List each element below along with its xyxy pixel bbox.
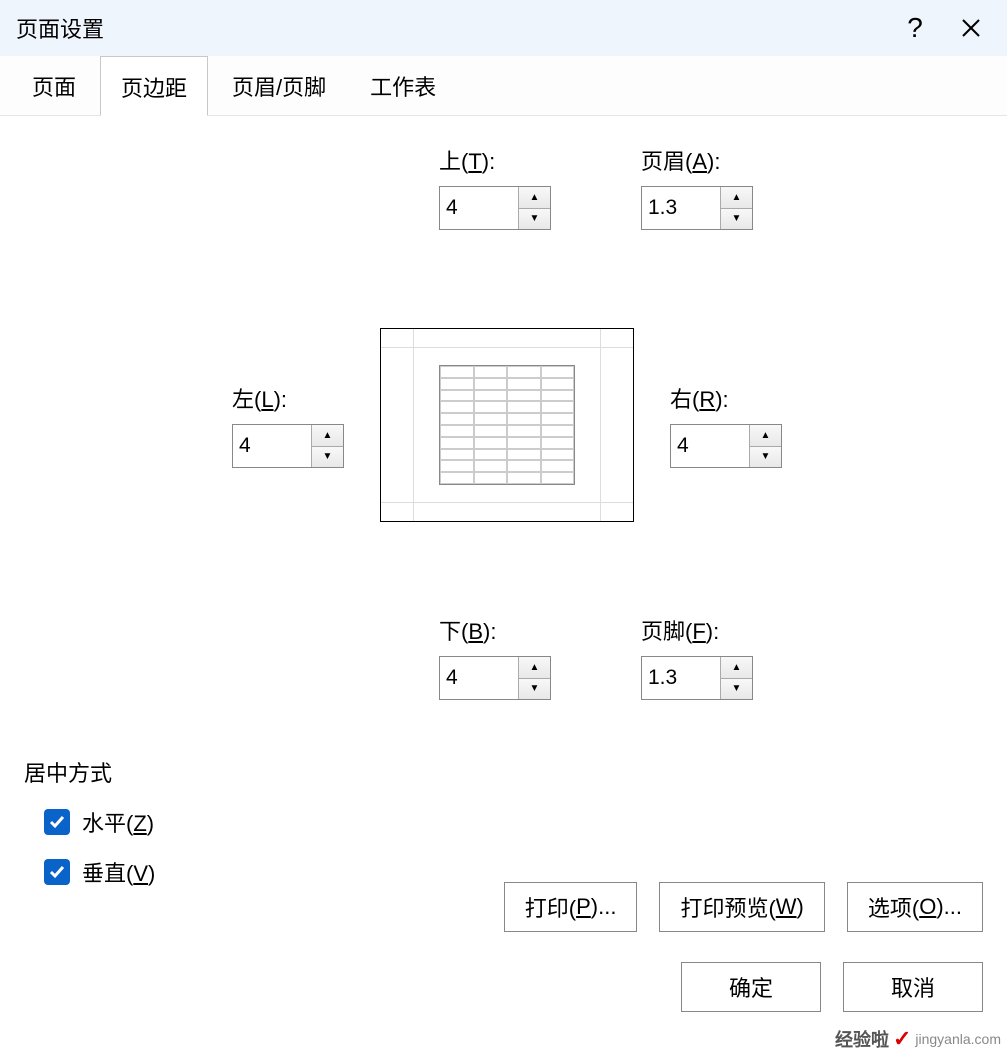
ok-button[interactable]: 确定 [681,962,821,1012]
tab-page[interactable]: 页面 [12,56,96,115]
close-icon [961,18,981,38]
help-button[interactable]: ? [887,0,943,56]
spin-up-icon[interactable]: ▲ [519,187,550,209]
header-margin-label: 页眉(A): [641,144,753,176]
bottom-margin-input[interactable] [440,657,518,699]
center-horizontal-label: 水平(Z) [82,806,154,838]
left-margin-label: 左(L): [232,382,344,414]
top-margin-label: 上(T): [439,144,551,176]
margin-preview [380,328,634,522]
tab-sheet[interactable]: 工作表 [350,56,456,115]
tab-header-footer[interactable]: 页眉/页脚 [212,56,346,115]
spin-down-icon[interactable]: ▼ [721,209,752,230]
check-icon [49,864,65,880]
dialog-title: 页面设置 [16,12,887,44]
spin-up-icon[interactable]: ▲ [312,425,343,447]
cancel-button[interactable]: 取消 [843,962,983,1012]
spin-down-icon[interactable]: ▼ [312,447,343,468]
center-heading: 居中方式 [24,756,983,788]
check-icon [49,814,65,830]
content-area: 上(T): ▲▼ 页眉(A): ▲▼ 左(L [0,116,1007,1026]
bottom-margin-spinner[interactable]: ▲▼ [439,656,551,700]
watermark: 经验啦 ✓ jingyanla.com [835,1026,1001,1052]
tabstrip: 页面 页边距 页眉/页脚 工作表 [0,56,1007,116]
header-margin-input[interactable] [642,187,720,229]
header-margin-spinner[interactable]: ▲▼ [641,186,753,230]
check-icon: ✓ [893,1026,911,1052]
spin-down-icon[interactable]: ▼ [750,447,781,468]
right-margin-label: 右(R): [670,382,782,414]
spin-up-icon[interactable]: ▲ [519,657,550,679]
right-margin-input[interactable] [671,425,749,467]
footer-margin-spinner[interactable]: ▲▼ [641,656,753,700]
footer-margin-label: 页脚(F): [641,614,753,646]
close-button[interactable] [943,0,999,56]
options-button[interactable]: 选项(O)... [847,882,983,932]
print-preview-button[interactable]: 打印预览(W) [659,882,824,932]
left-margin-spinner[interactable]: ▲▼ [232,424,344,468]
spin-up-icon[interactable]: ▲ [750,425,781,447]
footer-margin-input[interactable] [642,657,720,699]
preview-grid-icon [439,365,575,485]
spin-up-icon[interactable]: ▲ [721,187,752,209]
tab-margins[interactable]: 页边距 [100,56,208,116]
top-margin-input[interactable] [440,187,518,229]
right-margin-spinner[interactable]: ▲▼ [670,424,782,468]
center-horizontal-checkbox[interactable] [44,809,70,835]
spin-up-icon[interactable]: ▲ [721,657,752,679]
spin-down-icon[interactable]: ▼ [519,209,550,230]
print-button[interactable]: 打印(P)... [504,882,638,932]
spin-down-icon[interactable]: ▼ [519,679,550,700]
spin-down-icon[interactable]: ▼ [721,679,752,700]
titlebar: 页面设置 ? [0,0,1007,56]
center-vertical-label: 垂直(V) [82,856,155,888]
left-margin-input[interactable] [233,425,311,467]
page-setup-dialog: 页面设置 ? 页面 页边距 页眉/页脚 工作表 上(T): ▲▼ [0,0,1007,1058]
top-margin-spinner[interactable]: ▲▼ [439,186,551,230]
bottom-margin-label: 下(B): [439,614,551,646]
center-vertical-checkbox[interactable] [44,859,70,885]
